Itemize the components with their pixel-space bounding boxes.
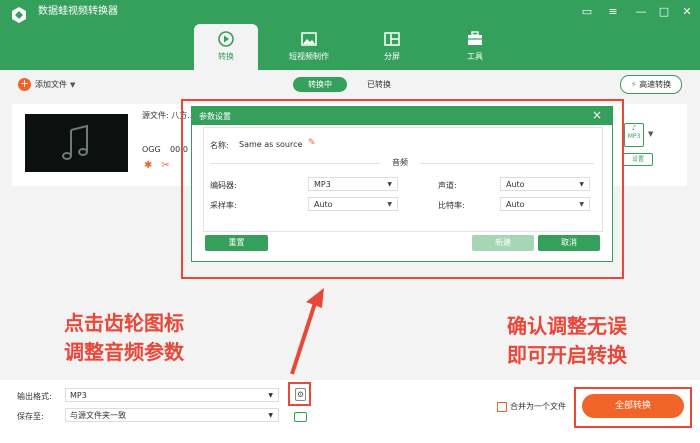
convert-icon — [218, 31, 234, 47]
folder-icon[interactable] — [294, 412, 307, 422]
chevron-down-icon: ▼ — [268, 392, 273, 399]
tab-label: 转换 — [218, 52, 234, 61]
gear-icon[interactable]: ⚙ — [295, 388, 306, 401]
image-icon — [301, 32, 317, 46]
tab-converting[interactable]: 转换中 — [293, 77, 347, 92]
lightning-icon: ⚡ — [630, 80, 637, 89]
add-file-label: 添加文件 — [35, 80, 67, 89]
output-format-icon[interactable]: ♪ MP3 — [624, 123, 644, 147]
close-icon[interactable]: ✕ — [678, 3, 696, 21]
annotation-left-line1: 点击齿轮图标 — [64, 311, 184, 335]
merge-label: 合并为一个文件 — [510, 402, 566, 411]
source-format: OGG — [142, 145, 161, 154]
annotation-right-line2: 即可开启转换 — [507, 343, 627, 367]
settings-button[interactable]: 设置 — [623, 153, 653, 166]
checkbox-icon — [497, 401, 507, 412]
tab-convert[interactable]: 转换 — [194, 24, 258, 70]
maximize-icon[interactable]: □ — [655, 3, 673, 21]
app-title: 数据蛙视频转换器 — [38, 6, 118, 17]
output-format-badge: MP3 — [627, 133, 641, 140]
save-to-label: 保存至: — [17, 412, 44, 421]
tab-tools[interactable]: 工具 — [443, 24, 507, 70]
add-file-button[interactable]: + 添加文件 ▼ — [18, 78, 75, 92]
tab-short-video[interactable]: 短视频制作 — [277, 24, 341, 70]
highlight-frame — [181, 99, 624, 279]
app-logo-icon — [12, 7, 26, 23]
tab-label: 分屏 — [384, 52, 400, 61]
menu-icon[interactable]: ≡ — [604, 3, 622, 21]
arrow-annotation-icon — [290, 288, 324, 375]
annotation-right-line1: 确认调整无误 — [507, 314, 627, 338]
feedback-icon[interactable]: ▭ — [578, 3, 596, 21]
high-speed-convert-button[interactable]: ⚡ 高速转换 — [620, 75, 682, 94]
annotation-left-line2: 调整音频参数 — [64, 340, 184, 364]
high-speed-label: 高速转换 — [639, 80, 672, 89]
scissors-icon[interactable]: ✂ — [161, 160, 169, 171]
chevron-down-icon: ▼ — [268, 412, 273, 419]
title-bar: 数据蛙视频转换器 ▭ ≡ — □ ✕ 转换 短视频制作 分屏 工具 — [0, 0, 700, 70]
chevron-down-icon[interactable]: ▼ — [648, 130, 653, 138]
effects-icon[interactable]: ✱ — [144, 160, 152, 171]
source-file-label: 源文件: — [142, 111, 169, 120]
music-note-icon — [62, 124, 88, 160]
tab-converted[interactable]: 已转换 — [356, 77, 402, 92]
minimize-icon[interactable]: — — [632, 3, 650, 21]
tab-label: 工具 — [467, 52, 483, 61]
chevron-down-icon[interactable]: ▼ — [70, 81, 75, 89]
plus-icon: + — [18, 77, 31, 91]
save-to-select[interactable]: 与源文件夹一致 ▼ — [65, 408, 279, 422]
file-thumbnail — [25, 114, 128, 172]
output-format-label: 输出格式: — [17, 392, 52, 401]
convert-all-button[interactable]: 全部转换 — [582, 394, 684, 418]
tab-label: 短视频制作 — [289, 52, 329, 61]
tab-split-screen[interactable]: 分屏 — [360, 24, 424, 70]
output-format-value: MP3 — [70, 391, 87, 400]
save-to-value: 与源文件夹一致 — [70, 411, 126, 420]
merge-checkbox[interactable]: 合并为一个文件 — [497, 401, 566, 412]
output-format-select[interactable]: MP3 ▼ — [65, 388, 279, 402]
split-screen-icon — [384, 32, 400, 46]
toolbox-icon — [468, 31, 482, 45]
